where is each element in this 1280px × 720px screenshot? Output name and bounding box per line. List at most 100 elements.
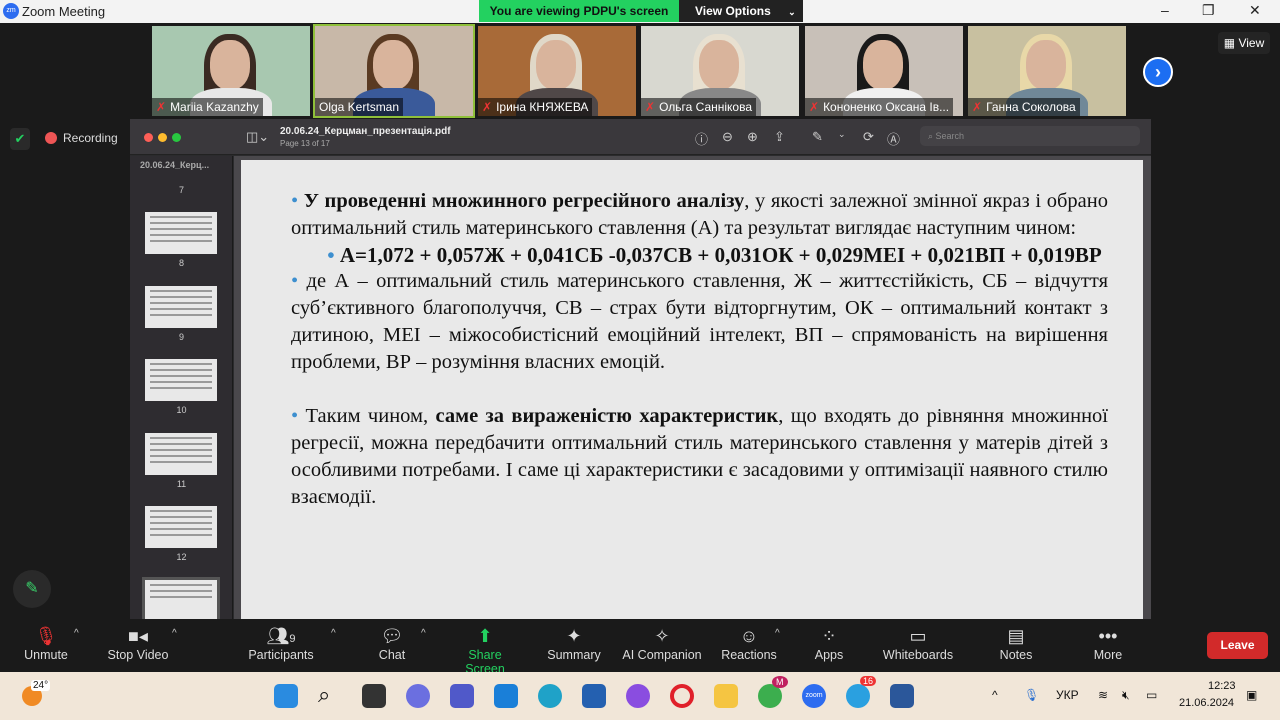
info-icon[interactable]: ⓘ (695, 129, 708, 148)
page-thumbnail-selected[interactable] (142, 577, 220, 619)
participants-count: 9 (289, 633, 296, 645)
ai-companion-button[interactable]: ✧ AI Companion (620, 624, 704, 662)
minimize-dot[interactable] (158, 133, 167, 142)
slide-paragraph-3: • Таким чином, саме за вираженістю харак… (291, 405, 1108, 508)
file-explorer-icon[interactable] (714, 684, 738, 708)
page-thumbnail[interactable] (145, 359, 217, 401)
edge-icon[interactable] (538, 684, 562, 708)
minimize-icon[interactable]: – (1161, 2, 1169, 18)
rotate-icon[interactable]: ⟳ (863, 129, 874, 145)
participant-tile[interactable]: ✗ Ольга Саннікова (641, 26, 799, 116)
task-view-icon[interactable] (362, 684, 386, 708)
notes-button[interactable]: ▤ Notes (996, 624, 1036, 662)
close-icon[interactable]: ✕ (1249, 2, 1261, 19)
mail-icon[interactable] (494, 684, 518, 708)
stop-video-button[interactable]: ■◂ Stop Video (103, 624, 173, 662)
stop-video-label: Stop Video (107, 648, 169, 662)
whiteboard-icon: ▭ (909, 626, 927, 646)
windows-taskbar: 24° ⌕ M zoom 16 ^ 🎙︎ УКР ≋ 🔇︎ ▭ 12:23 21… (0, 672, 1280, 720)
store-icon[interactable] (582, 684, 606, 708)
next-page-button[interactable]: › (1143, 57, 1173, 87)
summary-button[interactable]: ✦ Summary (545, 624, 603, 662)
search-icon[interactable]: ⌕ (318, 684, 342, 708)
formula-text: А=1,072 + 0,057Ж + 0,041СБ -0,037СВ + 0,… (339, 243, 1102, 267)
whiteboards-button[interactable]: ▭ Whiteboards (880, 624, 956, 662)
pencil-icon: ✎ (25, 580, 39, 597)
participant-tile[interactable]: ✗ Ірина КНЯЖЕВА (478, 26, 636, 116)
chevron-down-icon[interactable]: ⌄ (838, 129, 846, 140)
zoom-in-icon[interactable]: ⊕ (747, 129, 758, 145)
restore-icon[interactable]: ❐ (1202, 2, 1215, 19)
window-title: Zoom Meeting (22, 4, 106, 19)
chat-caret-icon[interactable]: ^ (421, 628, 426, 639)
chat-button[interactable]: 💬︎ Chat (372, 624, 412, 662)
share-screen-button[interactable]: ⬆ Share Screen (448, 624, 522, 676)
pdf-viewer-window: ◫⌄ 20.06.24_Керцман_презентація.pdf Page… (130, 119, 1151, 619)
view-options-button[interactable]: View Options ⌄ (679, 0, 803, 22)
participant-name-text: Ірина КНЯЖЕВА (496, 100, 589, 114)
telegram-icon[interactable]: 16 (846, 676, 877, 708)
security-shield-icon[interactable]: ✔ (10, 128, 30, 150)
more-button[interactable]: ••• More (1088, 624, 1128, 662)
participants-caret-icon[interactable]: ^ (331, 628, 336, 639)
mic-muted-icon: ✗ (645, 100, 656, 114)
participants-button[interactable]: 👥︎9 Participants (245, 624, 317, 662)
markup-pen-icon[interactable]: ✎ (812, 129, 823, 145)
thumbnail-sidebar[interactable]: 20.06.24_Керц... 7 8 9 10 11 12 (130, 156, 233, 619)
teams-chat-icon[interactable] (406, 684, 430, 708)
participant-name-text: Ольга Саннікова (659, 100, 753, 114)
video-caret-icon[interactable]: ^ (172, 628, 177, 639)
chevron-down-icon: ⌄ (788, 7, 796, 17)
participant-tile[interactable]: ✗ Ганна Соколова (968, 26, 1126, 116)
language-indicator[interactable]: УКР (1056, 688, 1079, 702)
clock-time[interactable]: 12:23 (1208, 680, 1236, 692)
teams-icon[interactable] (450, 684, 474, 708)
sidebar-toggle-icon[interactable]: ◫⌄ (246, 129, 269, 145)
word-icon[interactable] (890, 684, 914, 708)
view-options-label: View Options (695, 4, 771, 18)
chat-bubble-icon: 💬︎ (380, 626, 404, 646)
unmute-button[interactable]: 🎙︎ Unmute (18, 624, 74, 662)
battery-icon[interactable]: ▭ (1146, 688, 1157, 702)
page-thumbnail[interactable] (145, 433, 217, 475)
page-thumbnail[interactable] (145, 212, 217, 254)
notifications-icon[interactable]: ▣ (1246, 688, 1257, 702)
browser-icon[interactable] (626, 684, 650, 708)
audio-caret-icon[interactable]: ^ (74, 628, 79, 639)
annotate-button[interactable]: ✎ (13, 570, 51, 608)
pdf-search-input[interactable]: ⌕ Search (920, 126, 1140, 146)
page-thumbnail[interactable] (145, 506, 217, 548)
participant-face (863, 40, 903, 90)
close-dot[interactable] (144, 133, 153, 142)
zoom-app-icon[interactable]: zoom (802, 684, 826, 708)
reactions-caret-icon[interactable]: ^ (775, 628, 780, 639)
volume-muted-icon[interactable]: 🔇︎ (1122, 688, 1130, 703)
wifi-icon[interactable]: ≋ (1098, 688, 1108, 702)
participant-name: ✗ Ганна Соколова (968, 98, 1080, 116)
recording-indicator[interactable]: Recording (45, 131, 118, 145)
tray-chevron-icon[interactable]: ^ (992, 688, 998, 702)
more-label: More (1093, 648, 1123, 662)
participant-tile[interactable]: ✗ Mariia Kazanzhy (152, 26, 310, 116)
zoom-dot[interactable] (172, 133, 181, 142)
page-thumbnail[interactable] (145, 286, 217, 328)
apps-button[interactable]: ⁘ Apps (811, 624, 847, 662)
participants-label: Participants (248, 648, 314, 662)
start-icon[interactable] (274, 684, 298, 708)
reactions-button[interactable]: ☺ Reactions (721, 624, 777, 662)
mic-tray-icon[interactable]: 🎙︎ (1024, 688, 1039, 702)
slide-p3-bold: саме за вираженістю характеристик (435, 405, 779, 427)
opera-icon[interactable] (670, 684, 694, 708)
share-icon[interactable]: ⇪ (774, 129, 785, 145)
clock-date[interactable]: 21.06.2024 (1179, 697, 1234, 709)
participant-tile[interactable]: Olga Kertsman (313, 24, 475, 118)
mic-muted-icon: ✗ (972, 100, 983, 114)
participant-tile[interactable]: ✗ Кононенко Оксана Ів... (805, 26, 963, 116)
leave-button[interactable]: Leave (1207, 632, 1268, 659)
view-button[interactable]: ▦ View (1218, 32, 1270, 54)
chrome-icon[interactable]: M (758, 676, 788, 708)
zoom-out-icon[interactable]: ⊖ (722, 129, 733, 145)
pdf-filename: 20.06.24_Керцман_презентація.pdf (280, 126, 451, 137)
annotate-icon[interactable]: Ⓐ (887, 129, 900, 148)
participant-name: Olga Kertsman (315, 98, 404, 116)
